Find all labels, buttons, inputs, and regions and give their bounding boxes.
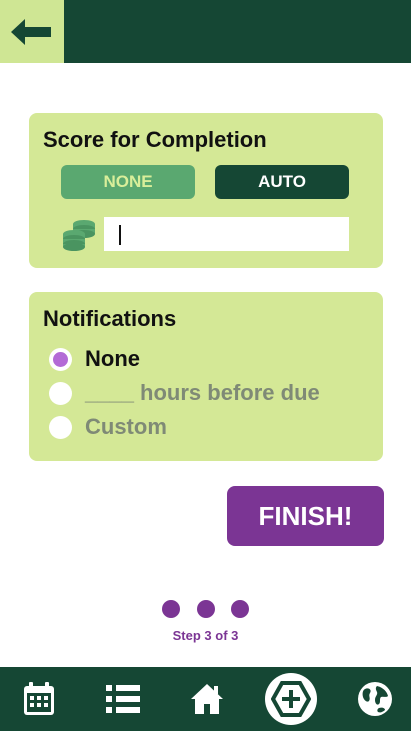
globe-icon xyxy=(358,682,392,716)
text-caret xyxy=(119,225,121,245)
step-indicator: Step 3 of 3 xyxy=(172,628,239,643)
auto-score-button[interactable]: AUTO xyxy=(215,165,349,199)
notification-option-hours[interactable]: ____ hours before due xyxy=(49,380,320,406)
none-score-button[interactable]: NONE xyxy=(61,165,195,199)
nav-add[interactable] xyxy=(264,667,318,731)
finish-button[interactable]: FINISH! xyxy=(227,486,384,546)
notification-option-none[interactable]: None xyxy=(49,346,140,372)
step-dot xyxy=(197,600,215,618)
add-button-circle xyxy=(265,673,317,725)
nav-home[interactable] xyxy=(182,667,232,731)
notification-option-label: Custom xyxy=(85,414,167,439)
arrow-left-icon xyxy=(11,18,51,45)
list-icon xyxy=(106,685,140,713)
score-card: Score for Completion NONE AUTO xyxy=(29,113,383,268)
radio-unselected[interactable] xyxy=(49,381,72,405)
radio-unselected[interactable] xyxy=(49,415,72,439)
nav-list[interactable] xyxy=(98,667,148,731)
coins-icon xyxy=(63,220,95,251)
bottom-nav xyxy=(0,667,411,731)
notifications-card-title: Notifications xyxy=(43,306,177,331)
notification-option-label: None xyxy=(85,346,140,371)
radio-selected[interactable] xyxy=(49,347,72,371)
score-card-title: Score for Completion xyxy=(43,127,267,152)
notification-option-custom[interactable]: Custom xyxy=(49,414,167,440)
home-icon xyxy=(191,684,223,714)
top-bar xyxy=(0,0,411,63)
back-button[interactable] xyxy=(0,0,64,63)
nav-globe[interactable] xyxy=(350,667,400,731)
step-dots xyxy=(162,600,252,618)
calendar-icon xyxy=(24,682,54,715)
step-dot xyxy=(231,600,249,618)
step-dot xyxy=(162,600,180,618)
notifications-card: Notifications None ____ hours before due… xyxy=(29,292,383,461)
score-input[interactable] xyxy=(104,217,349,251)
nav-calendar[interactable] xyxy=(14,667,64,731)
add-icon xyxy=(271,681,311,717)
notification-option-label: ____ hours before due xyxy=(85,380,320,405)
